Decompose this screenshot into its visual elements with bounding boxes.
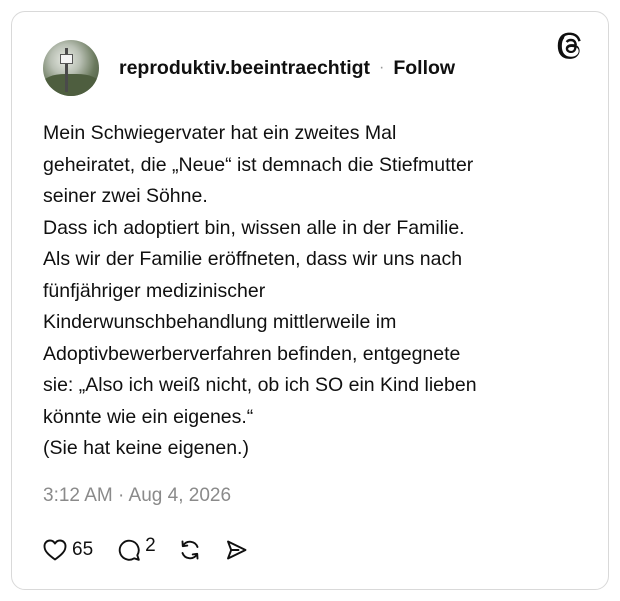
avatar[interactable]: [43, 40, 99, 96]
post-card: reproduktiv.beeintraechtigt · Follow Mei…: [11, 11, 609, 590]
like-count: 65: [72, 539, 94, 560]
repost-icon: [181, 540, 199, 560]
send-icon: [226, 540, 247, 560]
threads-logo-icon[interactable]: [556, 32, 586, 62]
reply-count: 2: [145, 535, 156, 556]
post-header: reproduktiv.beeintraechtigt · Follow: [119, 56, 455, 80]
post-timestamp[interactable]: 3:12 AM · Aug 4, 2026: [43, 485, 231, 507]
action-bar: 65 2: [43, 535, 248, 564]
heart-icon: [43, 539, 67, 561]
separator-dot: ·: [379, 59, 385, 76]
follow-button[interactable]: Follow: [393, 56, 455, 80]
comment-icon: [118, 539, 140, 561]
share-button[interactable]: [224, 538, 248, 562]
avatar-sign: [60, 54, 73, 64]
reply-button[interactable]: 2: [117, 535, 156, 562]
post-text: Mein Schwiegervater hat ein zweites Mal …: [43, 122, 477, 459]
like-button[interactable]: 65: [43, 539, 93, 561]
username[interactable]: reproduktiv.beeintraechtigt: [119, 56, 370, 80]
repost-button[interactable]: [178, 538, 202, 562]
avatar-bush: [43, 74, 99, 96]
